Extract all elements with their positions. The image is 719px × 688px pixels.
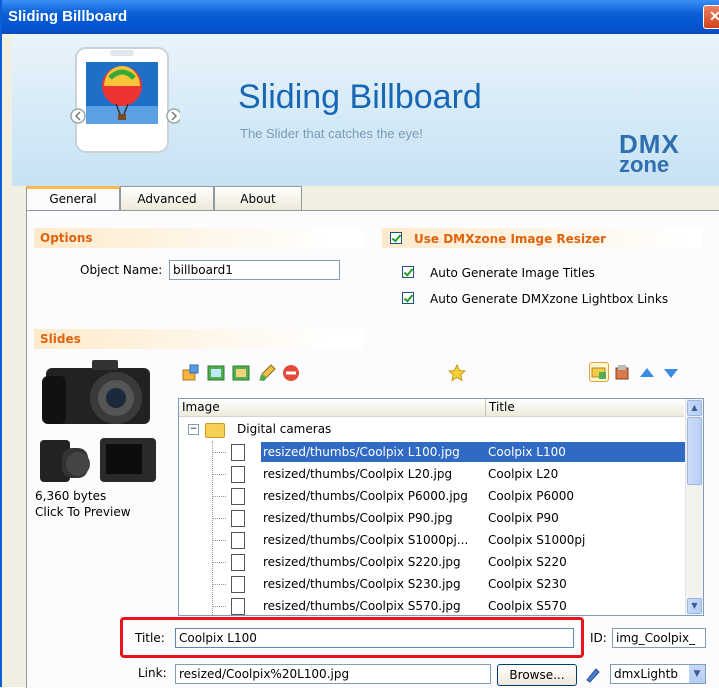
auto-links-label: Auto Generate DMXzone Lightbox Links [430, 292, 669, 306]
tab-general[interactable]: General [26, 186, 120, 212]
link-type-value: dmxLightb [614, 667, 678, 681]
table-row[interactable]: resized/thumbs/Coolpix S230.jpg Coolpix … [179, 573, 684, 595]
banner-title: Sliding Billboard [238, 78, 482, 116]
document-icon [231, 532, 245, 549]
row-title: Coolpix S1000pj [488, 533, 586, 547]
use-resizer-checkbox[interactable] [390, 232, 402, 244]
link-input[interactable]: resized/Coolpix%20L100.jpg [175, 664, 491, 684]
tree-connector [212, 474, 226, 475]
column-image[interactable]: Image [179, 399, 486, 416]
document-icon [231, 466, 245, 483]
document-icon [231, 510, 245, 527]
preview-size: 6,360 bytes [35, 489, 107, 503]
row-title: Coolpix P6000 [488, 489, 575, 503]
brand-line-2: zone [619, 152, 670, 177]
tree-connector [212, 452, 226, 453]
folder-icon [205, 423, 225, 438]
row-title: Coolpix S570 [488, 599, 567, 613]
use-resizer-label: Use DMXzone Image Resizer [414, 232, 607, 246]
table-row[interactable]: resized/thumbs/Coolpix P6000.jpg Coolpix… [179, 485, 684, 507]
id-label: ID: [590, 631, 607, 645]
row-title: Coolpix L100 [486, 442, 686, 462]
pencil-icon[interactable] [258, 364, 276, 382]
auto-titles-checkbox[interactable] [402, 266, 414, 278]
table-row[interactable]: resized/thumbs/Coolpix L100.jpg Coolpix … [179, 441, 686, 463]
document-icon [231, 488, 245, 505]
document-icon [231, 554, 245, 571]
banner-subtitle: The Slider that catches the eye! [240, 126, 423, 141]
link-type-select[interactable]: dmxLightb ▼ [610, 664, 706, 684]
tree-connector [212, 496, 226, 497]
folder-label: Digital cameras [237, 422, 332, 436]
row-image: resized/thumbs/Coolpix S1000pj... [263, 533, 469, 547]
dialog-window: Sliding Billboard ✕ Sliding Billboard Th… [0, 0, 719, 688]
tree-connector [212, 540, 226, 541]
row-image: resized/thumbs/Coolpix S230.jpg [263, 577, 461, 591]
preview-hint[interactable]: Click To Preview [35, 505, 131, 519]
table-row[interactable]: resized/thumbs/Coolpix L20.jpg Coolpix L… [179, 463, 684, 485]
tree-connector [212, 606, 226, 607]
settings-icon[interactable] [613, 364, 631, 382]
highlight-box [120, 617, 584, 658]
row-title: Coolpix L20 [488, 467, 559, 481]
scroll-thumb[interactable] [687, 417, 702, 485]
link-label: Link: [138, 666, 167, 680]
table-row[interactable]: resized/thumbs/Coolpix S220.jpg Coolpix … [179, 551, 684, 573]
table-row[interactable]: resized/thumbs/Coolpix P90.jpg Coolpix P… [179, 507, 684, 529]
browse-button[interactable]: Browse... [497, 664, 577, 686]
object-name-label: Object Name: [80, 263, 163, 277]
row-image: resized/thumbs/Coolpix P6000.jpg [263, 489, 468, 503]
auto-titles-label: Auto Generate Image Titles [430, 266, 595, 280]
document-icon [231, 444, 245, 461]
row-title: Coolpix S220 [488, 555, 567, 569]
tree-header: Image Title [179, 399, 684, 417]
collapse-icon[interactable]: − [188, 424, 199, 435]
folder-add-icon[interactable] [589, 362, 609, 382]
tab-advanced[interactable]: Advanced [120, 186, 214, 211]
move-down-icon[interactable] [662, 364, 680, 382]
scroll-up-icon[interactable]: ▲ [687, 400, 702, 416]
row-image: resized/thumbs/Coolpix S220.jpg [263, 555, 461, 569]
camera-preview-image[interactable] [32, 356, 160, 486]
document-icon [231, 598, 245, 615]
tree-connector [212, 518, 226, 519]
document-icon [231, 576, 245, 593]
row-image: resized/thumbs/Coolpix S570.jpg [263, 599, 461, 613]
banner: Sliding Billboard The Slider that catche… [12, 34, 719, 186]
move-up-icon[interactable] [638, 364, 656, 382]
title-bar[interactable]: Sliding Billboard ✕ [2, 0, 719, 34]
remove-icon[interactable] [282, 364, 300, 382]
row-image: resized/thumbs/Coolpix P90.jpg [263, 511, 453, 525]
chevron-down-icon[interactable]: ▼ [689, 665, 705, 683]
add-image-icon[interactable] [207, 364, 225, 382]
tree-connector [212, 584, 226, 585]
billboard-logo-icon [70, 46, 182, 156]
table-row[interactable]: resized/thumbs/Coolpix S570.jpg Coolpix … [179, 595, 684, 615]
id-input[interactable]: img_Coolpix_ [612, 628, 706, 648]
tree-scrollbar[interactable]: ▲ ▼ [685, 399, 703, 615]
row-title: Coolpix S230 [488, 577, 567, 591]
scroll-down-icon[interactable]: ▼ [687, 598, 702, 614]
folder-row[interactable]: − Digital cameras [179, 419, 684, 441]
slides-heading: Slides [34, 329, 364, 349]
column-title[interactable]: Title [486, 399, 684, 416]
edit-image-icon[interactable] [232, 364, 250, 382]
row-image: resized/thumbs/Coolpix L20.jpg [263, 467, 453, 481]
add-slide-icon[interactable] [182, 364, 200, 382]
dmxzone-logo: DMX zone [619, 131, 699, 192]
close-button[interactable]: ✕ [703, 5, 719, 29]
window-title: Sliding Billboard [8, 8, 128, 25]
row-image: resized/thumbs/Coolpix L100.jpg [261, 442, 486, 462]
tab-about[interactable]: About [214, 186, 302, 211]
table-row[interactable]: resized/thumbs/Coolpix S1000pj... Coolpi… [179, 529, 684, 551]
row-title: Coolpix P90 [488, 511, 559, 525]
object-name-input[interactable]: billboard1 [169, 260, 340, 280]
tree-connector [212, 562, 226, 563]
link-icon[interactable] [584, 666, 602, 684]
star-icon[interactable] [447, 363, 467, 382]
slides-tree[interactable]: Image Title − Digital cameras resized/th… [178, 398, 704, 616]
auto-links-checkbox[interactable] [402, 292, 414, 304]
options-heading: Options [34, 228, 364, 248]
